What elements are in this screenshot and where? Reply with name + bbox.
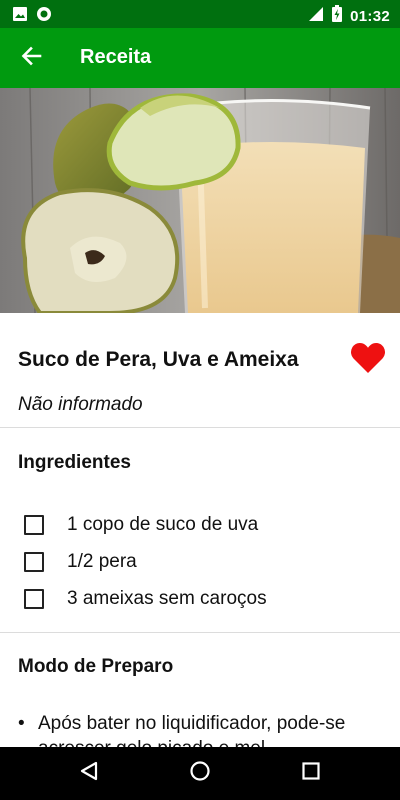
preparation-steps: • Após bater no liquidificador, pode-se … <box>18 711 388 747</box>
preparation-heading: Modo de Preparo <box>18 656 174 677</box>
image-icon <box>12 6 28 27</box>
back-triangle-icon <box>78 760 100 787</box>
recipe-header: Suco de Pera, Uva e Ameixa <box>18 341 388 379</box>
arrow-back-icon <box>20 45 42 72</box>
recipe-title: Suco de Pera, Uva e Ameixa <box>18 348 299 371</box>
recents-square-icon <box>300 760 322 787</box>
bullet: • <box>18 713 25 734</box>
step-text: Após bater no liquidificador, pode-se ac… <box>38 713 346 747</box>
ingredients-list: 1 copo de suco de uva 1/2 pera 3 ameixas… <box>24 506 267 617</box>
ingredient-item[interactable]: 1/2 pera <box>24 543 267 580</box>
ingredient-label: 1/2 pera <box>67 550 137 572</box>
home-circle-icon <box>189 760 211 787</box>
step-item: • Após bater no liquidificador, pode-se … <box>18 711 388 747</box>
signal-icon <box>308 6 324 27</box>
status-time: 01:32 <box>350 7 390 25</box>
ingredients-heading: Ingredientes <box>18 452 131 473</box>
system-nav-bar <box>0 747 400 800</box>
back-button[interactable] <box>14 42 48 74</box>
ingredient-item[interactable]: 1 copo de suco de uva <box>24 506 267 543</box>
divider <box>0 427 400 428</box>
ingredient-label: 3 ameixas sem caroços <box>67 587 267 609</box>
ingredient-checkbox[interactable] <box>24 588 44 609</box>
divider <box>0 632 400 633</box>
ingredient-item[interactable]: 3 ameixas sem caroços <box>24 580 267 617</box>
recipe-subtitle: Não informado <box>18 394 143 415</box>
recipe-photo <box>0 88 400 313</box>
favorite-button[interactable] <box>348 341 388 379</box>
heart-icon <box>350 342 386 379</box>
app-bar: Receita <box>0 28 400 88</box>
nav-back-button[interactable] <box>77 761 101 785</box>
ingredient-label: 1 copo de suco de uva <box>67 513 259 535</box>
ingredient-checkbox[interactable] <box>24 514 44 535</box>
nav-recents-button[interactable] <box>299 761 323 785</box>
recipe-content: Suco de Pera, Uva e Ameixa Não informado… <box>0 313 400 747</box>
ingredient-checkbox[interactable] <box>24 551 44 572</box>
page-title: Receita <box>80 46 152 68</box>
nav-home-button[interactable] <box>188 760 212 787</box>
battery-charging-icon <box>332 5 343 27</box>
status-bar: 01:32 <box>0 0 400 28</box>
circle-notification-icon <box>36 6 52 27</box>
